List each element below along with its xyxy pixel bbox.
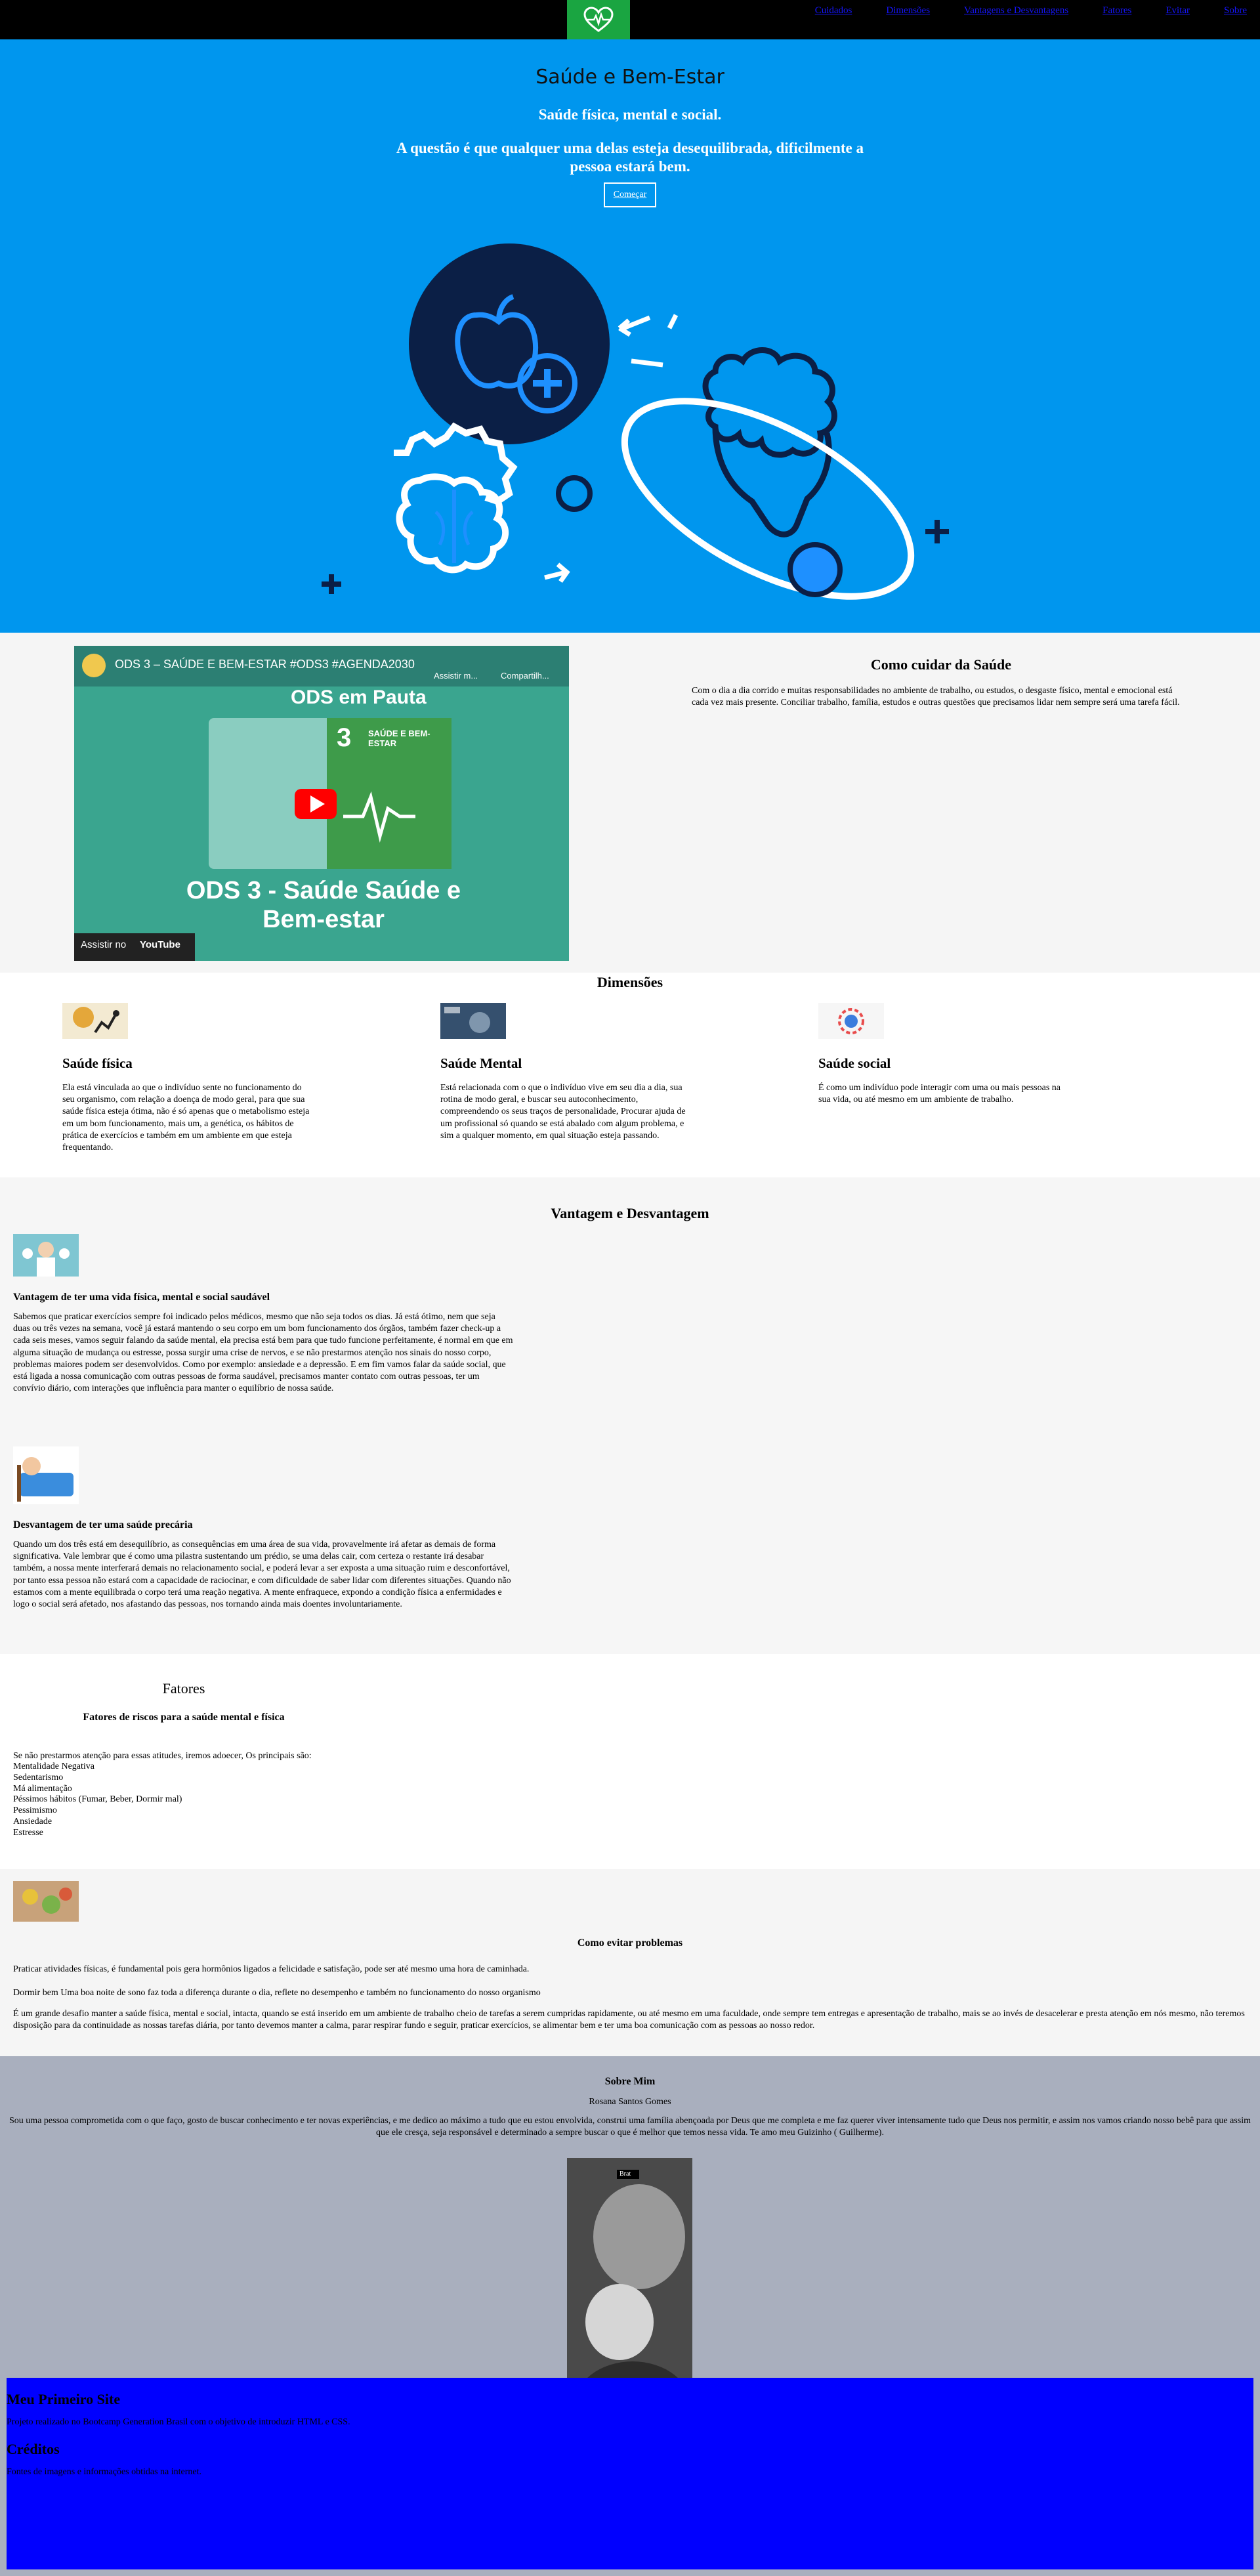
heart-icon bbox=[583, 7, 614, 32]
sick-in-bed-image bbox=[13, 1446, 79, 1504]
social-health-image bbox=[818, 1003, 884, 1039]
hero-question: A questão é que qualquer uma delas estej… bbox=[396, 140, 864, 175]
video-title: ODS 3 – SAÚDE E BEM-ESTAR #ODS3 #AGENDA2… bbox=[115, 658, 415, 671]
top-navbar: Cuidados Dimensões Vantagens e Desvantag… bbox=[0, 0, 1260, 39]
dimensions-section: Dimensões Saúde física Ela está vinculad… bbox=[0, 973, 1260, 1177]
nav-link-cuidados[interactable]: Cuidados bbox=[815, 5, 852, 16]
doctor-image bbox=[13, 1234, 79, 1277]
care-section: ODS 3 – SAÚDE E BEM-ESTAR #ODS3 #AGENDA2… bbox=[0, 633, 1260, 973]
disadvantage-heading: Desvantagem de ter uma saúde precária bbox=[13, 1519, 193, 1531]
heart-pulse-logo[interactable] bbox=[567, 0, 630, 39]
advantage-block: Vantagem de ter uma vida física, mental … bbox=[13, 1234, 513, 1395]
author-bio: Sou uma pessoa comprometida com o que fa… bbox=[9, 2116, 1251, 2138]
care-text-block: Como cuidar da Saúde Com o dia a dia cor… bbox=[692, 656, 1190, 709]
advantages-title: Vantagem e Desvantagem bbox=[551, 1205, 709, 1221]
share-button[interactable]: Compartilh... bbox=[501, 671, 549, 681]
physical-health-image bbox=[62, 1003, 128, 1039]
care-title: Como cuidar da Saúde bbox=[870, 656, 1012, 673]
video-caption: ODS 3 - Saúde Saúde e Bem-estar bbox=[186, 877, 461, 933]
about-title: Sobre Mim bbox=[604, 2076, 656, 2087]
dimension-card-physical: Saúde física Ela está vinculada ao que o… bbox=[62, 1003, 315, 1154]
dimension-title-physical: Saúde física bbox=[62, 1055, 133, 1071]
nav-link-dimensoes[interactable]: Dimensões bbox=[886, 5, 930, 16]
disadvantage-block: Desvantagem de ter uma saúde precária Qu… bbox=[13, 1446, 513, 1611]
watch-later-button[interactable]: Assistir m... bbox=[434, 671, 478, 681]
factor-item: Sedentarismo bbox=[13, 1772, 64, 1783]
author-name: Rosana Santos Gomes bbox=[589, 2097, 671, 2107]
credits-text: Fontes de imagens e informações obtidas … bbox=[7, 2467, 202, 2477]
youtube-logo[interactable]: YouTube bbox=[140, 939, 180, 950]
video-banner: ODS em Pauta bbox=[291, 686, 427, 708]
avoid-paragraph-1: Praticar atividades físicas, é fundament… bbox=[13, 1964, 530, 1974]
ods-number: 3 bbox=[337, 723, 352, 752]
dimensions-title: Dimensões bbox=[597, 974, 663, 990]
nav-link-vantagens[interactable]: Vantagens e Desvantagens bbox=[964, 5, 1068, 16]
photo-badge: Brat bbox=[620, 2170, 631, 2178]
factor-item: Estresse bbox=[13, 1827, 43, 1838]
factors-list: Mentalidade Negativa Sedentarismo Má ali… bbox=[13, 1762, 182, 1839]
avoid-section: Como evitar problemas Praticar atividade… bbox=[0, 1869, 1260, 2056]
watch-on-label[interactable]: Assistir no bbox=[81, 939, 126, 950]
dimension-text-physical: Ela está vinculada ao que o indivíduo se… bbox=[62, 1083, 310, 1152]
avoid-paragraph-2: Dormir bem Uma boa noite de sono faz tod… bbox=[13, 1988, 541, 1998]
advantage-heading: Vantagem de ter uma vida física, mental … bbox=[13, 1292, 270, 1303]
dimension-card-mental: Saúde Mental Está relacionada com o que … bbox=[440, 1003, 693, 1142]
dimension-card-social: Saúde social É como um indivíduo pode in… bbox=[818, 1003, 1071, 1106]
dimension-text-mental: Está relacionada com o que o indivíduo v… bbox=[440, 1083, 686, 1141]
mental-health-image bbox=[440, 1003, 506, 1039]
hero-title: Saúde e Bem-Estar bbox=[536, 66, 724, 89]
credits-title: Créditos bbox=[7, 2441, 60, 2457]
avoid-title: Como evitar problemas bbox=[577, 1937, 683, 1949]
factors-title: Fatores bbox=[162, 1680, 205, 1697]
dimension-title-mental: Saúde Mental bbox=[440, 1055, 522, 1071]
dimension-text-social: É como um indivíduo pode interagir com u… bbox=[818, 1083, 1060, 1105]
factor-item: Ansiedade bbox=[13, 1816, 52, 1826]
factor-item: Mentalidade Negativa bbox=[13, 1762, 95, 1771]
hero-section: Saúde e Bem-Estar Saúde física, mental e… bbox=[0, 39, 1260, 633]
footer-title: Meu Primeiro Site bbox=[7, 2391, 121, 2407]
factor-item: Péssimos hábitos (Fumar, Beber, Dormir m… bbox=[13, 1794, 182, 1805]
factors-section: Fatores Fatores de riscos para a saúde m… bbox=[0, 1654, 1260, 1869]
hero-subtitle: Saúde física, mental e social. bbox=[538, 106, 722, 123]
nav-link-fatores[interactable]: Fatores bbox=[1102, 5, 1131, 16]
avoid-paragraph-3: É um grande desafio manter a saúde físic… bbox=[13, 2009, 1245, 2031]
health-illustration bbox=[322, 243, 949, 600]
nav-link-sobre[interactable]: Sobre bbox=[1224, 5, 1247, 16]
advantages-section: Vantagem e Desvantagem Vantagem de ter u… bbox=[0, 1177, 1260, 1654]
nav-links: Cuidados Dimensões Vantagens e Desvantag… bbox=[815, 5, 1247, 16]
advantage-text: Sabemos que praticar exercícios sempre f… bbox=[13, 1312, 513, 1394]
footer-text: Projeto realizado no Bootcamp Generation… bbox=[7, 2417, 350, 2427]
nav-link-evitar[interactable]: Evitar bbox=[1166, 5, 1190, 16]
healthy-food-image bbox=[13, 1881, 79, 1922]
dimension-title-social: Saúde social bbox=[818, 1055, 891, 1071]
youtube-embed[interactable]: ODS 3 – SAÚDE E BEM-ESTAR #ODS3 #AGENDA2… bbox=[74, 646, 569, 961]
care-paragraph: Com o dia a dia corrido e muitas respons… bbox=[692, 686, 1180, 708]
factor-item: Pessimismo bbox=[13, 1805, 57, 1816]
footer: Meu Primeiro Site Projeto realizado no B… bbox=[7, 2378, 1253, 2569]
factors-subtitle: Fatores de riscos para a saúde mental e … bbox=[83, 1712, 285, 1723]
ods-card-text: SAÚDE E BEM-ESTAR bbox=[368, 728, 430, 748]
start-button[interactable]: Começar bbox=[604, 182, 656, 207]
factor-item: Má alimentação bbox=[13, 1783, 72, 1794]
disadvantage-text: Quando um dos três está em desequilíbrio… bbox=[13, 1540, 511, 1609]
factors-intro: Se não prestarmos atenção para essas ati… bbox=[13, 1751, 312, 1761]
